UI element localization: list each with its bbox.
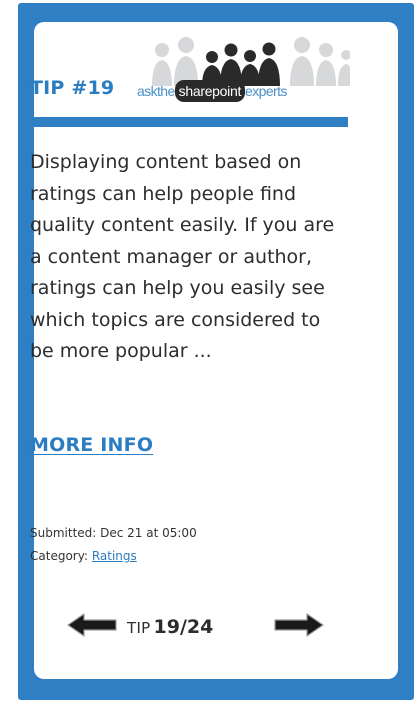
- tip-header: TIP #19 askthe sharepoint experts: [30, 36, 350, 108]
- pager-word: TIP: [127, 619, 151, 637]
- brand-suffix: experts: [245, 83, 287, 99]
- pager-label: TIP 19/24: [127, 616, 213, 638]
- tip-meta: Submitted: Dec 21 at 05:00 Category: Rat…: [30, 522, 197, 568]
- pager-count: 19/24: [153, 616, 214, 638]
- category-link[interactable]: Ratings: [92, 549, 137, 563]
- title-divider: [30, 117, 348, 127]
- submitted-date: Submitted: Dec 21 at 05:00: [30, 526, 197, 540]
- tip-pager: TIP 19/24: [54, 608, 334, 648]
- more-info-link[interactable]: MORE INFO: [30, 434, 153, 456]
- category-label: Category:: [30, 549, 88, 563]
- tip-title: TIP #19: [30, 77, 115, 99]
- brand-logo: askthe sharepoint experts: [137, 80, 287, 102]
- category-row: Category: Ratings: [30, 545, 197, 568]
- arrow-right-icon[interactable]: [273, 612, 325, 638]
- arrow-left-icon[interactable]: [66, 612, 118, 638]
- tip-body: Displaying content based on ratings can …: [30, 151, 335, 362]
- brand-highlight: sharepoint: [174, 80, 246, 102]
- brand-prefix: askthe: [137, 83, 175, 99]
